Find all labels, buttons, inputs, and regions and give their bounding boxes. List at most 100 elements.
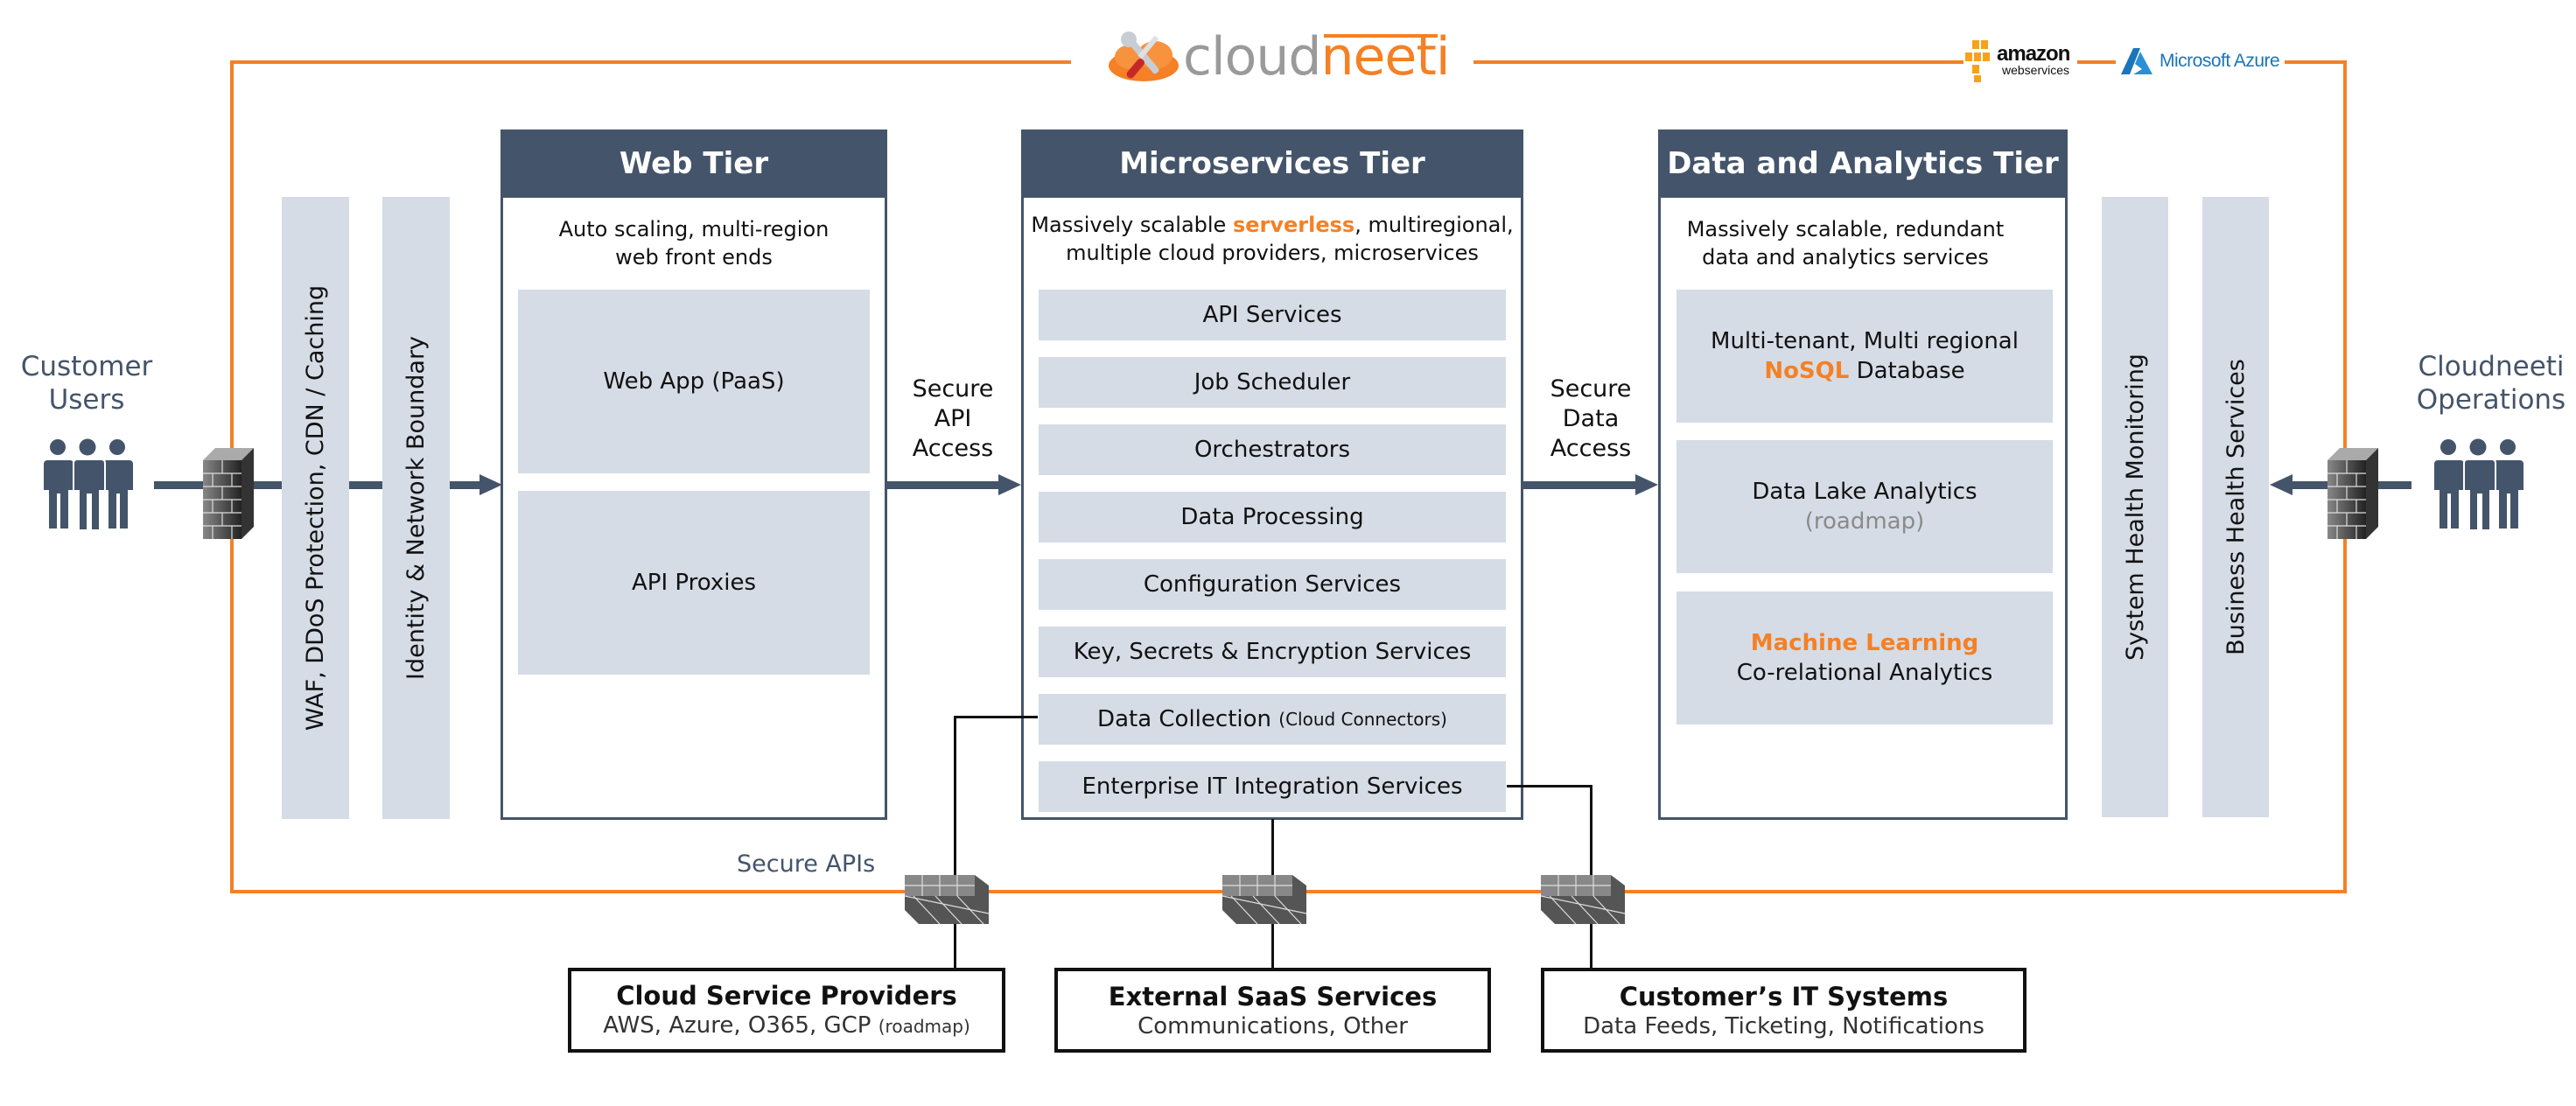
microservice-item: Data Collection (Cloud Connectors) bbox=[1039, 694, 1506, 745]
actor-label-line1: Customer bbox=[20, 351, 153, 382]
data-analytics-tier: Data and Analytics Tier Massively scalab… bbox=[1658, 130, 2068, 820]
desc-line: Auto scaling, multi-region bbox=[558, 217, 830, 242]
waf-ddos-cdn-band: WAF, DDoS Protection, CDN / Caching bbox=[282, 197, 349, 819]
connector-wire bbox=[1507, 785, 1592, 788]
cell-label: API Proxies bbox=[632, 570, 756, 596]
microservices-tier-description: Massively scalable serverless, multiregi… bbox=[1024, 211, 1521, 267]
actor-label-line2: Operations bbox=[2416, 384, 2566, 416]
arrowhead-icon bbox=[998, 474, 1021, 495]
users-group-icon bbox=[2434, 438, 2524, 530]
azure-name: Microsoft Azure bbox=[2160, 51, 2280, 71]
connector-wire bbox=[954, 716, 1038, 718]
tools-cloud-icon bbox=[1109, 32, 1179, 81]
secure-apis-label: Secure APIs bbox=[737, 850, 876, 878]
nosql-database: Multi-tenant, Multi regional NoSQL Datab… bbox=[1676, 290, 2053, 423]
microservice-label: Data Collection bbox=[1097, 706, 1279, 732]
desc-line: multiple cloud providers, microservices bbox=[1066, 241, 1479, 265]
actor-label-line2: Users bbox=[48, 384, 125, 416]
flow-connector bbox=[448, 481, 483, 489]
cell-label: NoSQL Database bbox=[1764, 356, 1964, 386]
microservice-label: Enterprise IT Integration Services bbox=[1082, 774, 1463, 800]
microservice-label: Configuration Services bbox=[1143, 571, 1402, 598]
flow-connector bbox=[348, 481, 383, 489]
azure-logo: Microsoft Azure bbox=[2116, 44, 2286, 79]
microservice-item: API Services bbox=[1039, 290, 1506, 340]
ext-title: Cloud Service Providers bbox=[616, 981, 957, 1011]
arrow-label-line: Secure bbox=[912, 375, 994, 402]
customer-users-label: Customer Users bbox=[12, 350, 161, 416]
microservice-label: Job Scheduler bbox=[1194, 369, 1351, 396]
microservices-tier: Microservices Tier Massively scalable se… bbox=[1021, 130, 1523, 820]
cloudneeti-operations-label: Cloudneeti Operations bbox=[2406, 350, 2576, 416]
roadmap-note: (roadmap) bbox=[1804, 508, 1925, 535]
arrow-label-line: Data bbox=[1562, 405, 1620, 432]
ext-subtitle: AWS, Azure, O365, GCP (roadmap) bbox=[603, 1012, 970, 1040]
data-tier-description: Massively scalable, redundant data and a… bbox=[1626, 215, 2065, 271]
microservice-label: Data Processing bbox=[1180, 504, 1364, 530]
band-label: System Health Monitoring bbox=[2121, 354, 2149, 661]
flow-connector bbox=[887, 481, 1001, 489]
arrow-label-line: Access bbox=[912, 435, 994, 462]
secure-api-access-label: Secure API Access bbox=[887, 374, 1018, 464]
microservice-item: Orchestrators bbox=[1039, 424, 1506, 475]
data-tier-title: Data and Analytics Tier bbox=[1658, 130, 2068, 198]
connector-wire bbox=[954, 716, 956, 970]
logo-text-neeti: neeti bbox=[1320, 26, 1450, 88]
firewall-icon bbox=[1222, 875, 1306, 924]
microservice-item: Key, Secrets & Encryption Services bbox=[1039, 626, 1506, 677]
desc-line: web front ends bbox=[615, 245, 773, 270]
machine-learning-highlight: Machine Learning bbox=[1750, 630, 1979, 656]
identity-network-boundary-band: Identity & Network Boundary bbox=[382, 197, 450, 819]
aws-cubes-icon bbox=[1965, 40, 1990, 82]
arrowhead-icon bbox=[1635, 474, 1658, 495]
web-tier-title: Web Tier bbox=[500, 130, 887, 198]
roadmap-note: (roadmap) bbox=[878, 1016, 970, 1037]
business-health-services-band: Business Health Services bbox=[2202, 197, 2269, 817]
microservice-item: Configuration Services bbox=[1039, 559, 1506, 610]
microservice-item: Enterprise IT Integration Services bbox=[1039, 761, 1506, 812]
actor-label-line1: Cloudneeti bbox=[2418, 351, 2565, 382]
data-lake-analytics: Data Lake Analytics (roadmap) bbox=[1676, 440, 2053, 573]
arrowhead-icon bbox=[2270, 474, 2292, 495]
azure-icon bbox=[2121, 48, 2152, 74]
firewall-icon bbox=[1541, 875, 1625, 924]
cloudneeti-logo: cloud neeti bbox=[1104, 26, 1451, 88]
microservice-label: Key, Secrets & Encryption Services bbox=[1073, 639, 1472, 665]
serverless-highlight: serverless bbox=[1232, 213, 1355, 237]
microservice-item: Data Processing bbox=[1039, 492, 1506, 542]
aws-sub: webservices bbox=[2002, 63, 2070, 77]
ext-title: Customer’s IT Systems bbox=[1619, 981, 1949, 1012]
cell-label: Web App (PaaS) bbox=[603, 368, 785, 395]
cloud-service-providers-box: Cloud Service Providers AWS, Azure, O365… bbox=[568, 968, 1005, 1053]
api-proxies: API Proxies bbox=[518, 491, 870, 675]
cell-label-rest: Database bbox=[1849, 358, 1965, 384]
ext-subtitle: Data Feeds, Ticketing, Notifications bbox=[1583, 1012, 1984, 1040]
logo-text-cloud: cloud bbox=[1183, 26, 1321, 88]
web-app-paas: Web App (PaaS) bbox=[518, 290, 870, 473]
secure-data-access-label: Secure Data Access bbox=[1523, 374, 1658, 464]
desc-line: Massively scalable serverless, multiregi… bbox=[1024, 211, 1521, 239]
web-tier-description: Auto scaling, multi-region web front end… bbox=[503, 215, 885, 271]
arrowhead-icon bbox=[480, 474, 502, 495]
system-health-monitoring-band: System Health Monitoring bbox=[2102, 197, 2168, 817]
desc-line: Massively scalable, redundant bbox=[1686, 217, 2005, 242]
microservice-note: (Cloud Connectors) bbox=[1278, 709, 1447, 730]
ext-sub-text: AWS, Azure, O365, GCP bbox=[603, 1012, 878, 1039]
cell-label: Multi-tenant, Multi regional bbox=[1711, 328, 2019, 354]
aws-logo: amazon webservices bbox=[1964, 38, 2077, 84]
arrow-label-line: API bbox=[934, 405, 972, 432]
flow-connector bbox=[1523, 481, 1637, 489]
band-label: Identity & Network Boundary bbox=[402, 335, 430, 681]
microservice-label: Orchestrators bbox=[1194, 437, 1351, 463]
ext-subtitle: Communications, Other bbox=[1138, 1012, 1408, 1040]
band-label: WAF, DDoS Protection, CDN / Caching bbox=[302, 284, 329, 732]
desc-line: data and analytics services bbox=[1702, 245, 1989, 270]
machine-learning: Machine Learning Co-relational Analytics bbox=[1676, 592, 2053, 724]
microservice-label: API Services bbox=[1202, 302, 1342, 328]
band-label: Business Health Services bbox=[2222, 359, 2250, 655]
users-group-icon bbox=[44, 438, 133, 530]
arrow-label-line: Access bbox=[1550, 435, 1632, 462]
arrow-label-line: Secure bbox=[1550, 375, 1632, 402]
perimeter-top-left bbox=[231, 60, 1071, 64]
firewall-icon bbox=[905, 875, 989, 924]
